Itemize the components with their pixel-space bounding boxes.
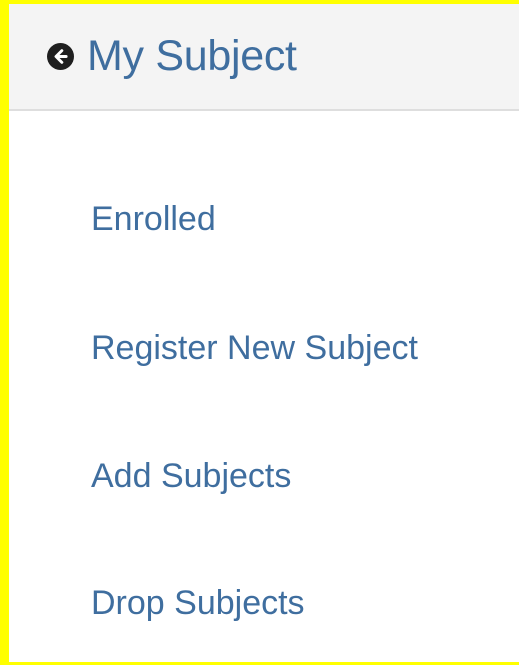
menu-item-add-subjects[interactable]: Add Subjects (91, 459, 291, 493)
menu-item-drop-subjects[interactable]: Drop Subjects (91, 586, 305, 620)
page-title: My Subject (87, 32, 297, 80)
subject-menu-panel: My Subject Enrolled Register New Subject… (0, 0, 519, 665)
menu-item-register-new-subject[interactable]: Register New Subject (91, 331, 418, 365)
menu-item-enrolled[interactable]: Enrolled (91, 202, 216, 236)
back-to-my-subject-header[interactable]: My Subject (9, 4, 519, 111)
arrow-circle-left-icon[interactable] (47, 43, 74, 70)
